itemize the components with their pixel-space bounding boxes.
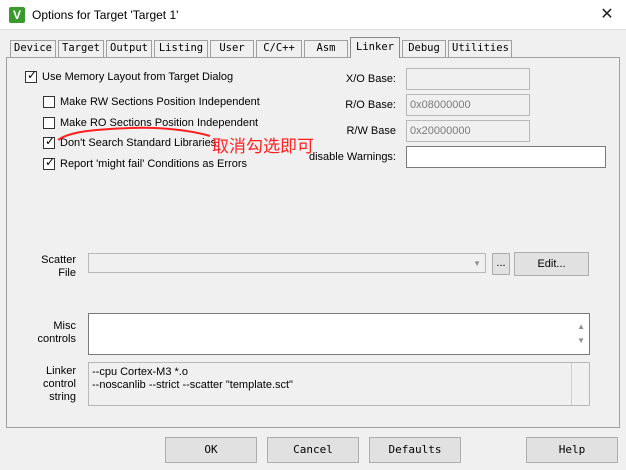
disable-warnings-input[interactable] (406, 146, 606, 168)
rw-base-label: R/W Base (346, 125, 396, 137)
linker-control-string-label: Linker control string (30, 365, 76, 404)
lcs-label-line3: string (49, 391, 76, 403)
rw-base-field[interactable]: 0x20000000 (406, 120, 530, 142)
help-button[interactable]: Help (526, 437, 618, 463)
tab-device[interactable]: Device (10, 40, 56, 57)
disable-warnings-label: disable Warnings: (308, 151, 396, 163)
xo-base-field[interactable] (406, 68, 530, 90)
lcs-line1: --cpu Cortex-M3 *.o (92, 366, 188, 378)
misc-label-line2: controls (37, 333, 76, 345)
edit-scatter-button[interactable]: Edit... (514, 252, 589, 276)
misc-controls-input[interactable]: ▲ ▼ (88, 313, 590, 355)
annotation-arrow (57, 126, 211, 141)
lcs-line2: --noscanlib --strict --scatter "template… (92, 379, 293, 391)
title-bar: V Options for Target 'Target 1' ✕ (0, 0, 626, 30)
rw-independent-label: Make RW Sections Position Independent (60, 96, 260, 108)
checkmark-icon: ✓ (27, 68, 38, 82)
report-might-fail-label: Report 'might fail' Conditions as Errors (60, 158, 247, 170)
rw-independent-checkbox[interactable] (43, 96, 55, 108)
use-memory-layout-checkbox[interactable]: ✓ (25, 68, 38, 83)
lcs-label-line2: control (42, 378, 76, 390)
use-memory-layout-label: Use Memory Layout from Target Dialog (42, 71, 234, 83)
tab-cpp[interactable]: C/C++ (256, 40, 302, 57)
misc-controls-label: Misc controls (30, 320, 76, 346)
app-icon: V (9, 7, 25, 23)
tab-linker[interactable]: Linker (350, 37, 400, 58)
tab-utilities[interactable]: Utilities (448, 40, 512, 57)
annotation-text: 取消勾选即可 (212, 137, 314, 157)
linker-control-string-box: --cpu Cortex-M3 *.o --noscanlib --strict… (88, 362, 590, 406)
lcs-label-line1: Linker (46, 365, 76, 377)
scatter-file-label: Scatter File (30, 254, 76, 280)
checkmark-icon: ✓ (45, 155, 56, 169)
ro-base-label: R/O Base: (345, 99, 396, 111)
browse-scatter-button[interactable]: ... (492, 253, 510, 275)
misc-label-line1: Misc (53, 320, 76, 332)
window-title: Options for Target 'Target 1' (32, 8, 179, 22)
tab-debug[interactable]: Debug (402, 40, 446, 57)
tab-listing[interactable]: Listing (154, 40, 208, 57)
tab-asm[interactable]: Asm (304, 40, 348, 57)
xo-base-label: X/O Base: (345, 73, 396, 85)
scatter-label-line2: File (58, 267, 76, 279)
chevron-down-icon: ▼ (473, 259, 481, 268)
scatter-file-select[interactable]: ▼ (88, 253, 486, 273)
scroll-down-icon[interactable]: ▼ (577, 331, 585, 351)
close-icon[interactable]: ✕ (596, 6, 618, 26)
defaults-button[interactable]: Defaults (369, 437, 461, 463)
ok-button[interactable]: OK (165, 437, 257, 463)
scatter-label-line1: Scatter (41, 254, 76, 266)
tab-user[interactable]: User (210, 40, 254, 57)
tab-target[interactable]: Target (58, 40, 104, 57)
report-might-fail-checkbox[interactable]: ✓ (43, 155, 56, 170)
scrollbar-divider (571, 363, 572, 405)
tab-output[interactable]: Output (106, 40, 152, 57)
ro-base-field[interactable]: 0x08000000 (406, 94, 530, 116)
cancel-button[interactable]: Cancel (267, 437, 359, 463)
